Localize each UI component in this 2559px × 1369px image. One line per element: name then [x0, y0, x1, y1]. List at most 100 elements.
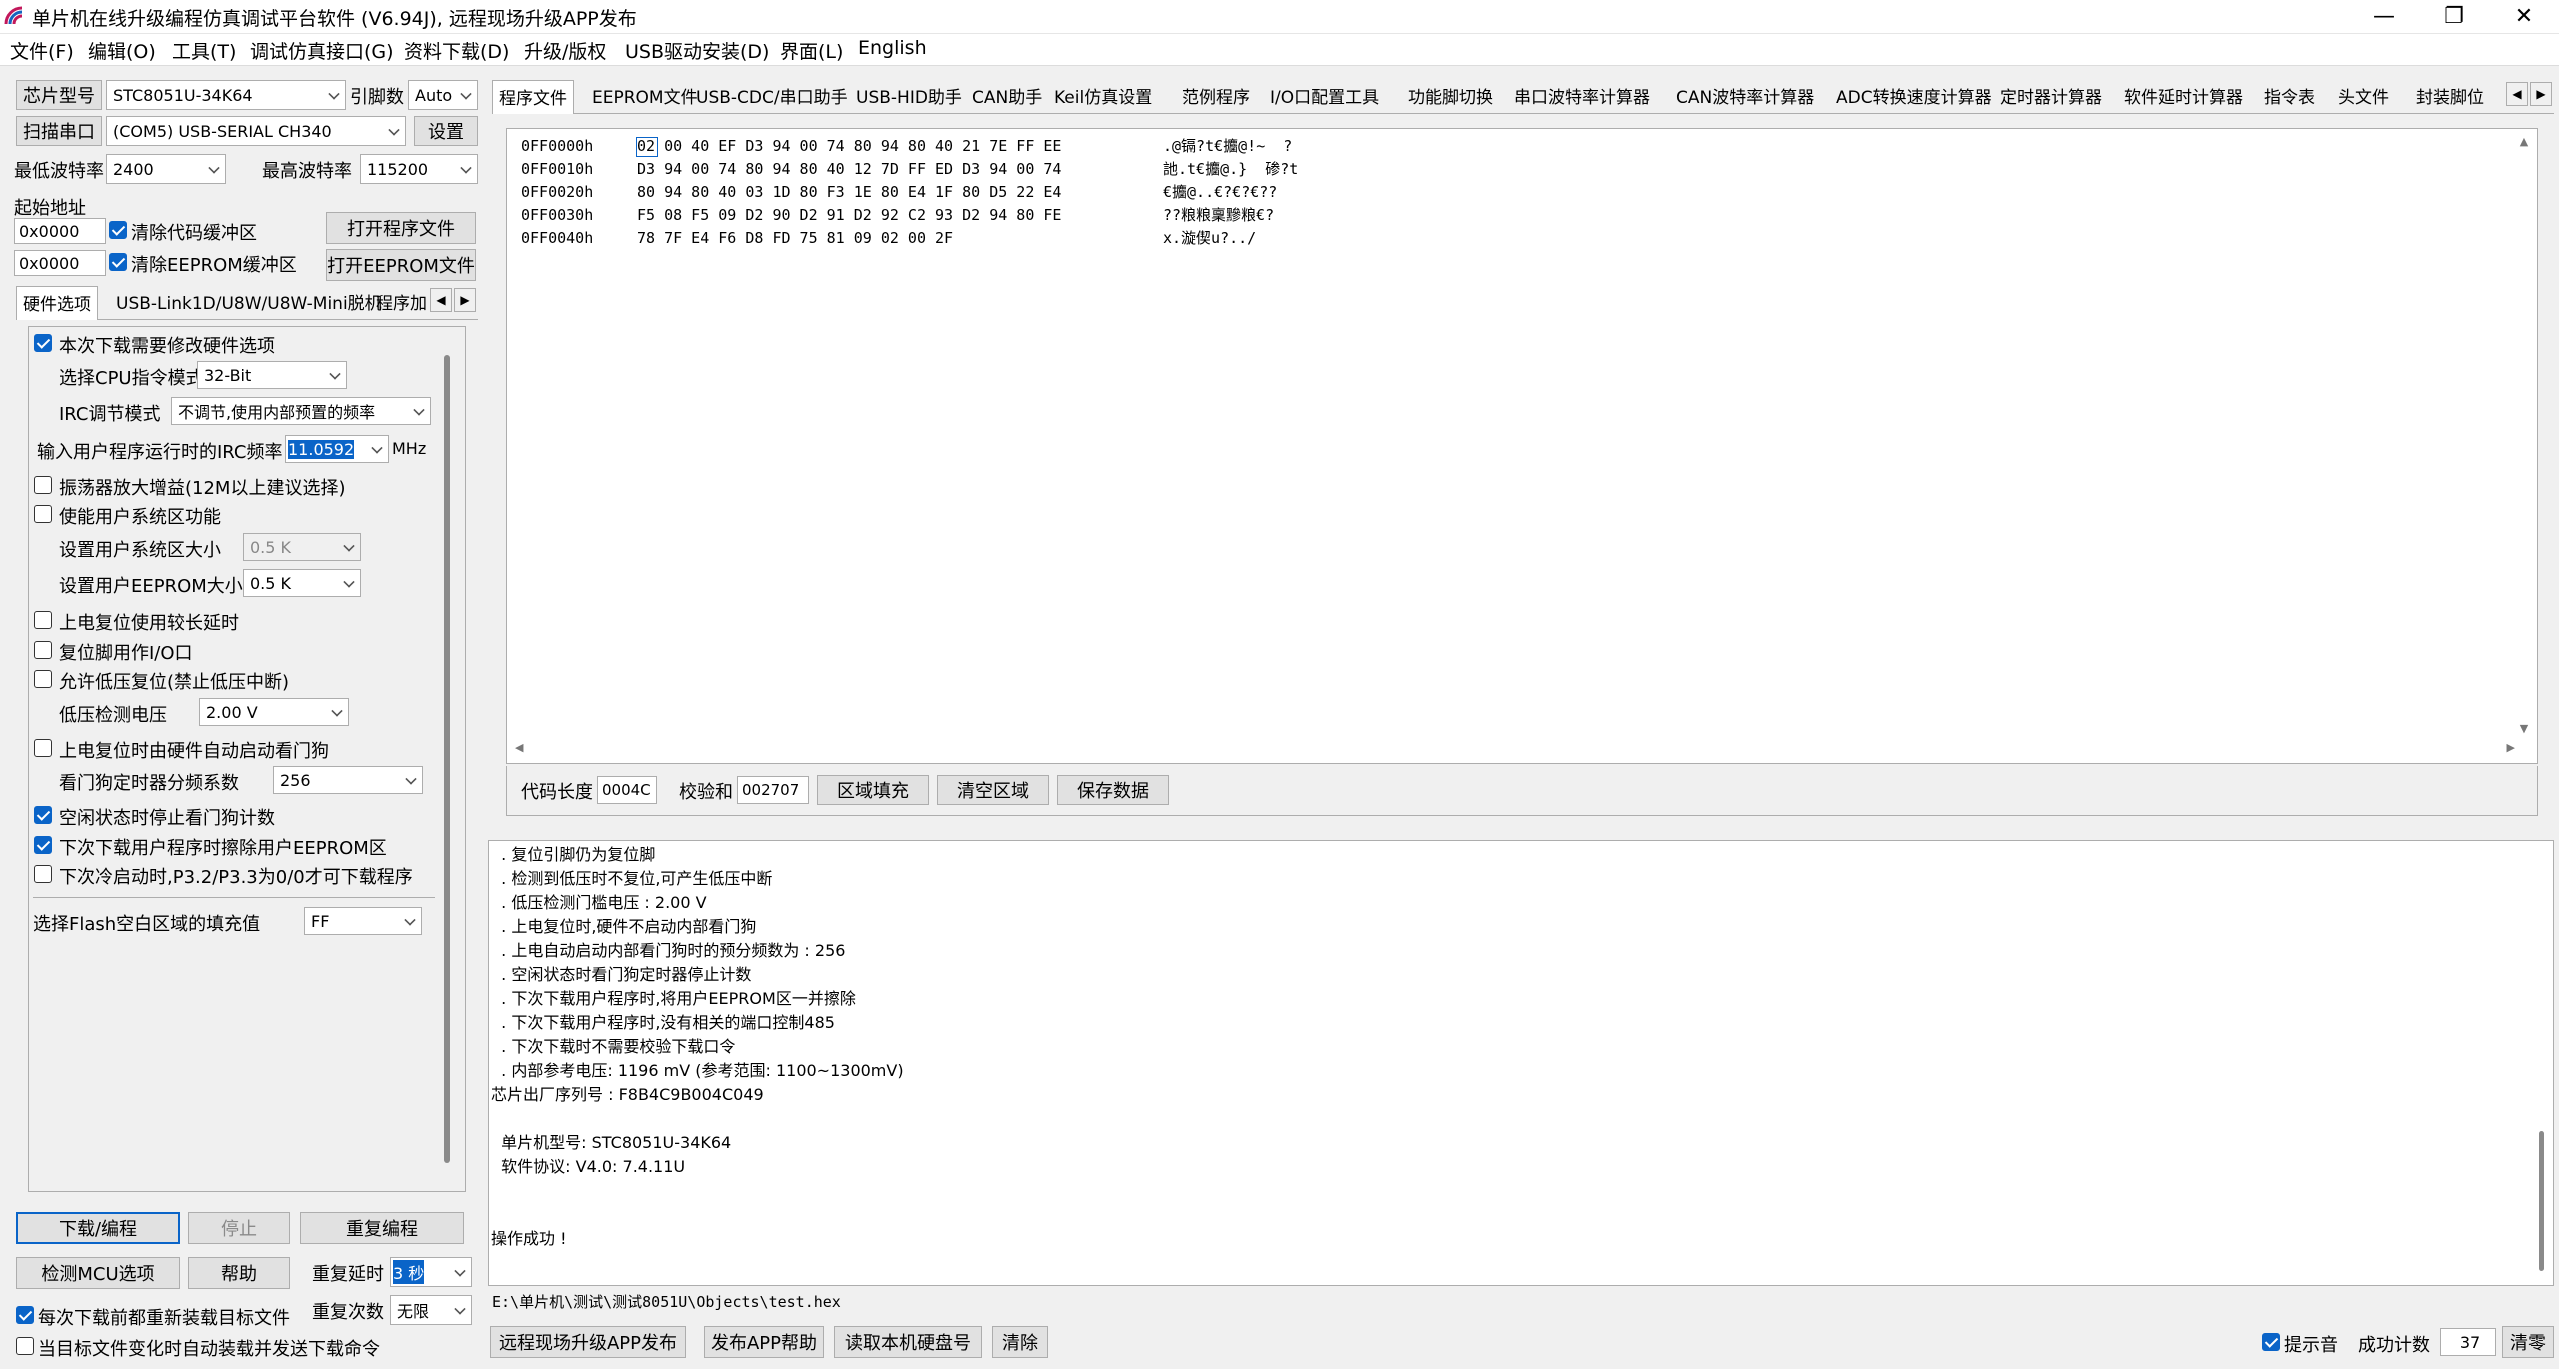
- menu-usb-driver[interactable]: USB驱动安装(D): [625, 37, 769, 64]
- hex-bytes-row[interactable]: D3 94 00 74 80 94 80 40 12 7D FF ED D3 9…: [637, 158, 1061, 181]
- user-system-area-checkbox[interactable]: [34, 505, 52, 523]
- tab-scroll-left-icon[interactable]: ◀: [2506, 82, 2528, 106]
- hex-ascii-row[interactable]: x.漩偰u?../: [1163, 227, 1298, 250]
- tab-hardware-options[interactable]: 硬件选项: [16, 286, 98, 320]
- chip-model-select[interactable]: STC8051U-34K64: [106, 80, 346, 110]
- tab-io-config[interactable]: I/O口配置工具: [1264, 80, 1385, 110]
- clear-code-buffer-checkbox[interactable]: [109, 221, 127, 239]
- log-scrollbar[interactable]: [2539, 1131, 2544, 1271]
- pins-select[interactable]: Auto: [408, 80, 478, 110]
- eeprom-start-address-input[interactable]: 0x0000: [14, 250, 106, 276]
- repeat-delay-select[interactable]: 3 秒: [390, 1257, 472, 1287]
- tab-package-pins[interactable]: 封装脚位: [2410, 80, 2490, 110]
- irc-mode-select[interactable]: 不调节,使用内部预置的频率: [171, 397, 431, 425]
- log-output[interactable]: . 复位引脚仍为复位脚 . 检测到低压时不复位,可产生低压中断 . 低压检测门槛…: [488, 840, 2554, 1286]
- tab-usb-cdc[interactable]: USB-CDC/串口助手: [690, 80, 854, 110]
- maximize-button[interactable]: ❐: [2419, 0, 2489, 34]
- tab-program-encrypt[interactable]: 程序加: [370, 286, 433, 316]
- clear-eeprom-buffer-checkbox[interactable]: [109, 253, 127, 271]
- tab-headers[interactable]: 头文件: [2332, 80, 2395, 110]
- hex-horizontal-scrollbar[interactable]: ◀ ▶: [515, 741, 2515, 757]
- low-voltage-reset-checkbox[interactable]: [34, 670, 52, 688]
- stop-button[interactable]: 停止: [188, 1212, 290, 1244]
- scroll-right-icon[interactable]: ▶: [2507, 741, 2515, 754]
- tab-can-baud[interactable]: CAN波特率计算器: [1670, 80, 1820, 110]
- p32-p33-checkbox[interactable]: [34, 865, 52, 883]
- read-disk-id-button[interactable]: 读取本机硬盘号: [834, 1326, 982, 1358]
- clear-region-button[interactable]: 清空区域: [937, 775, 1049, 805]
- reset-as-io-checkbox[interactable]: [34, 641, 52, 659]
- idle-stop-wdt-checkbox[interactable]: [34, 806, 52, 824]
- tab-can[interactable]: CAN助手: [966, 80, 1048, 110]
- reset-count-button[interactable]: 清零: [2502, 1326, 2554, 1358]
- hex-ascii-row[interactable]: 訑.t€攟@.} 碜?t: [1163, 158, 1298, 181]
- port-select[interactable]: (COM5) USB-SERIAL CH340: [106, 116, 406, 146]
- scroll-down-icon[interactable]: ▼: [2517, 722, 2531, 735]
- publish-app-help-button[interactable]: 发布APP帮助: [704, 1326, 824, 1358]
- region-fill-button[interactable]: 区域填充: [817, 775, 929, 805]
- help-button[interactable]: 帮助: [188, 1257, 290, 1289]
- scroll-up-icon[interactable]: ▲: [2517, 135, 2531, 148]
- tab-usb-link[interactable]: USB-Link1D/U8W/U8W-Mini脱机: [110, 286, 388, 316]
- code-start-address-input[interactable]: 0x0000: [14, 218, 106, 244]
- menu-file[interactable]: 文件(F): [10, 37, 74, 64]
- menu-tools[interactable]: 工具(T): [172, 37, 236, 64]
- hex-ascii-row[interactable]: €攟@..€?€?€??: [1163, 181, 1298, 204]
- flash-fill-select[interactable]: FF: [304, 907, 422, 935]
- cpu-mode-select[interactable]: 32-Bit: [197, 361, 347, 389]
- download-program-button[interactable]: 下载/编程: [16, 1212, 180, 1244]
- system-area-size-select[interactable]: 0.5 K: [243, 533, 361, 561]
- tab-scroll-right-icon[interactable]: ▶: [2530, 82, 2552, 106]
- menu-edit[interactable]: 编辑(O): [88, 37, 156, 64]
- hw-watchdog-checkbox[interactable]: [34, 739, 52, 757]
- irc-frequency-select[interactable]: 11.0592: [285, 435, 389, 463]
- menu-debug[interactable]: 调试仿真接口(G): [250, 37, 394, 64]
- hex-bytes-row[interactable]: F5 08 F5 09 D2 90 D2 91 D2 92 C2 93 D2 9…: [637, 204, 1061, 227]
- hex-bytes-row[interactable]: 80 94 80 40 03 1D 80 F3 1E 80 E4 1F 80 D…: [637, 181, 1061, 204]
- hex-ascii-row[interactable]: ??粮粮稟黲粮€?: [1163, 204, 1298, 227]
- detect-mcu-button[interactable]: 检测MCU选项: [16, 1257, 180, 1289]
- repeat-count-select[interactable]: 无限: [390, 1295, 472, 1325]
- save-data-button[interactable]: 保存数据: [1057, 775, 1169, 805]
- min-baud-select[interactable]: 2400: [106, 154, 226, 184]
- osc-gain-checkbox[interactable]: [34, 476, 52, 494]
- clear-log-button[interactable]: 清除: [992, 1326, 1048, 1358]
- open-program-file-button[interactable]: 打开程序文件: [326, 212, 476, 244]
- tab-keil[interactable]: Keil仿真设置: [1048, 80, 1158, 110]
- scroll-left-icon[interactable]: ◀: [515, 741, 523, 754]
- auto-load-checkbox[interactable]: [16, 1337, 34, 1355]
- low-voltage-select[interactable]: 2.00 V: [199, 698, 349, 726]
- remote-upgrade-button[interactable]: 远程现场升级APP发布: [490, 1326, 686, 1358]
- hex-vertical-scrollbar[interactable]: ▲ ▼: [2517, 135, 2531, 735]
- tab-eeprom-file[interactable]: EEPROM文件: [586, 80, 704, 110]
- max-baud-select[interactable]: 115200: [360, 154, 478, 184]
- menu-english[interactable]: English: [858, 37, 927, 59]
- tab-scroll-right-icon[interactable]: ▶: [454, 288, 476, 312]
- long-delay-checkbox[interactable]: [34, 611, 52, 629]
- scan-port-button[interactable]: 扫描串口: [16, 116, 102, 146]
- minimize-button[interactable]: —: [2349, 0, 2419, 34]
- reload-target-checkbox[interactable]: [16, 1306, 34, 1324]
- tab-program-file[interactable]: 程序文件: [492, 80, 574, 114]
- tab-examples[interactable]: 范例程序: [1176, 80, 1256, 110]
- open-eeprom-file-button[interactable]: 打开EEPROM文件: [326, 249, 476, 281]
- tab-instructions[interactable]: 指令表: [2258, 80, 2321, 110]
- tab-usb-hid[interactable]: USB-HID助手: [850, 80, 968, 110]
- panel-scrollbar[interactable]: [444, 355, 450, 1163]
- tab-uart-baud[interactable]: 串口波特率计算器: [1508, 80, 1656, 110]
- close-button[interactable]: ✕: [2489, 0, 2559, 34]
- eeprom-size-select[interactable]: 0.5 K: [243, 569, 361, 597]
- sound-checkbox[interactable]: [2262, 1333, 2280, 1351]
- menu-upgrade[interactable]: 升级/版权: [524, 37, 606, 64]
- reprogram-button[interactable]: 重复编程: [300, 1212, 464, 1244]
- menu-docs[interactable]: 资料下载(D): [404, 37, 509, 64]
- hex-ascii-row[interactable]: .@镉?t€攟@!~ ?: [1163, 135, 1298, 158]
- modify-hw-options-checkbox[interactable]: [34, 334, 52, 352]
- wdt-divider-select[interactable]: 256: [273, 766, 423, 794]
- tab-adc-speed[interactable]: ADC转换速度计算器: [1830, 80, 1998, 110]
- hex-editor[interactable]: 0FF0000h 0FF0010h 0FF0020h 0FF0030h 0FF0…: [506, 128, 2538, 764]
- menu-interface[interactable]: 界面(L): [780, 37, 843, 64]
- hex-bytes-row[interactable]: 78 7F E4 F6 D8 FD 75 81 09 02 00 2F: [637, 227, 1061, 250]
- port-settings-button[interactable]: 设置: [414, 116, 478, 146]
- tab-timer[interactable]: 定时器计算器: [1994, 80, 2108, 110]
